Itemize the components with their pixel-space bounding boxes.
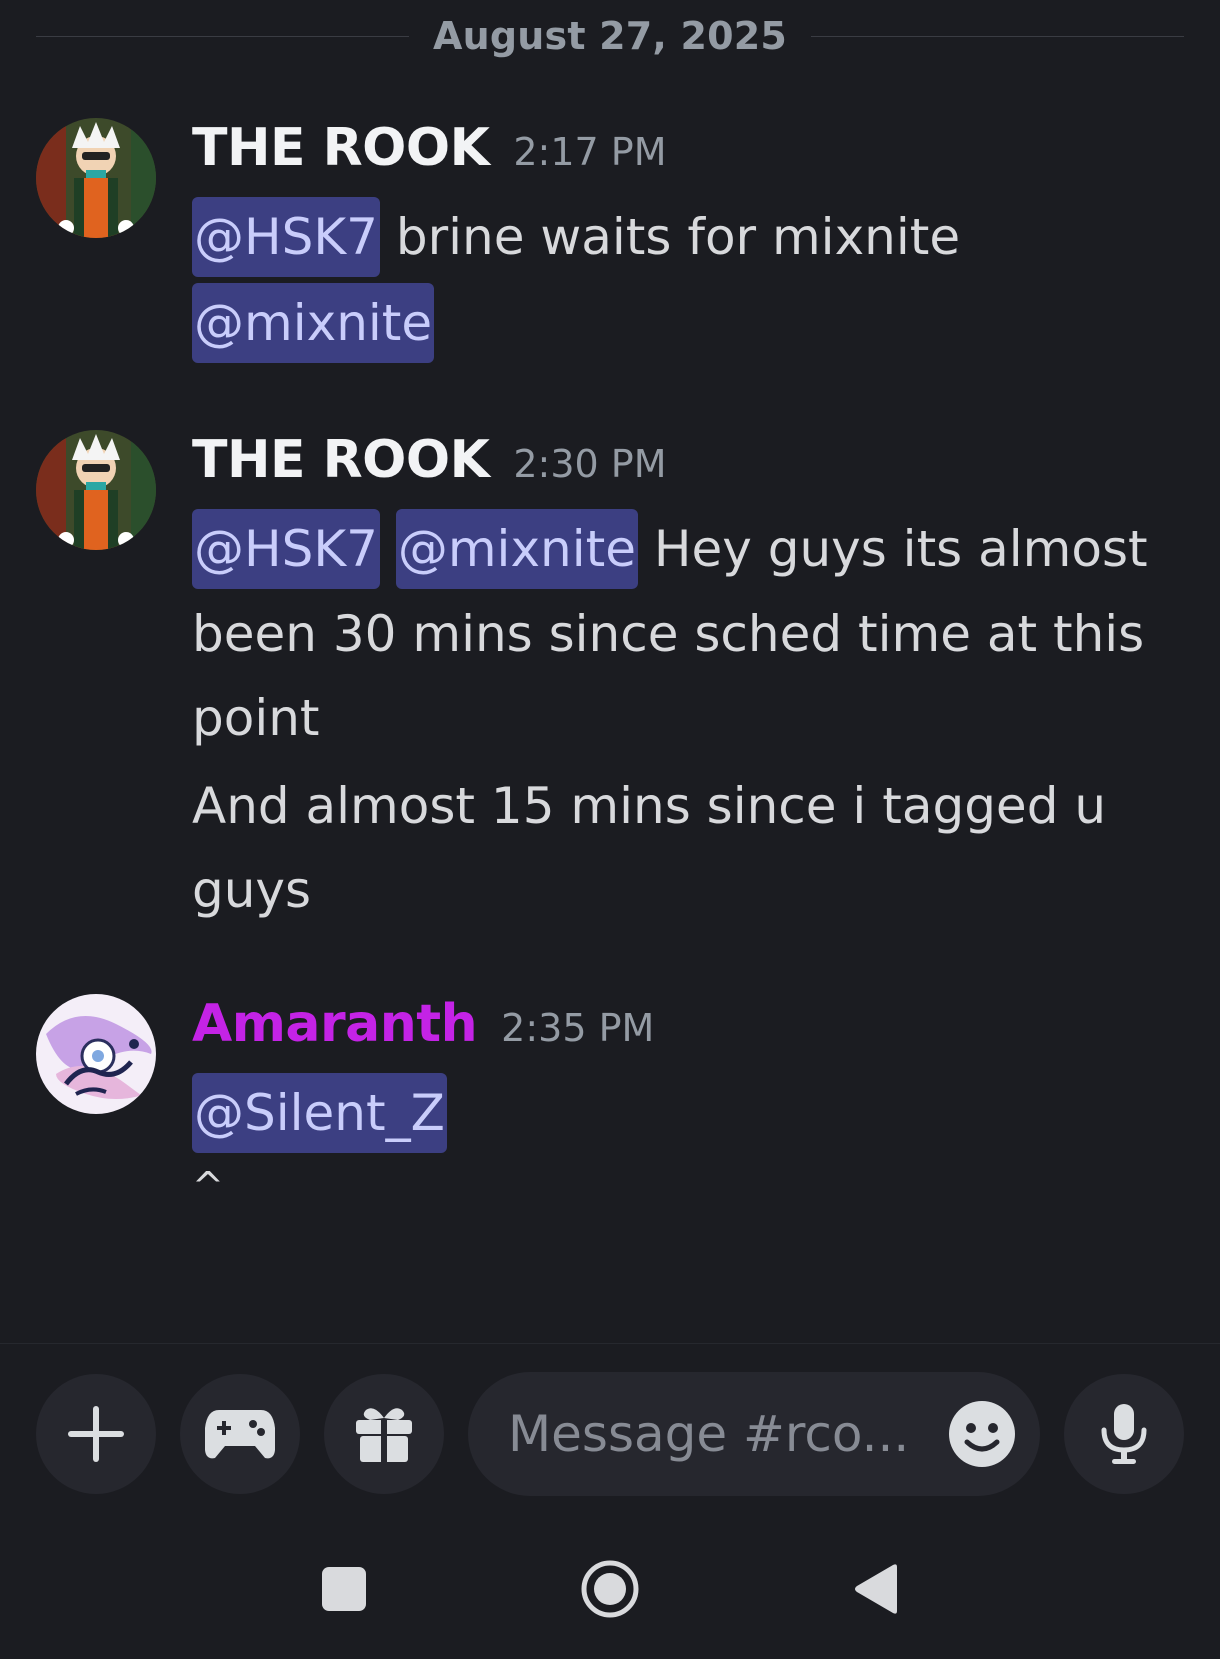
message-line: ^ [192, 1164, 224, 1208]
mention-hsk7[interactable]: @HSK7 [192, 197, 380, 277]
message-content: THE ROOK 2:17 PM @HSK7 brine waits for m… [192, 118, 1196, 366]
avatar-image [36, 118, 156, 238]
message-line: been 30 mins since sched time at this [192, 605, 1145, 663]
emoji-icon [949, 1401, 1015, 1467]
message-input[interactable]: Message #rco... [468, 1372, 1040, 1496]
message-line: @HSK7 @mixnite Hey guys its almost [192, 506, 1196, 592]
avatar[interactable] [36, 430, 156, 550]
avatar[interactable] [36, 118, 156, 238]
gift-icon [356, 1408, 412, 1462]
message-line: @mixnite [192, 280, 1196, 366]
avatar-image [36, 430, 156, 550]
avatar[interactable] [36, 994, 156, 1114]
username[interactable]: THE ROOK [192, 118, 490, 178]
message-text: brine waits for mixnite [379, 208, 961, 266]
system-navigation-bar [0, 1520, 1220, 1659]
composer-bar: Message #rco... [0, 1343, 1220, 1499]
message-content: Amaranth 2:35 PM @Silent_Z ^ [192, 994, 1196, 1216]
triangle-back-icon[interactable] [853, 1563, 899, 1615]
plus-icon [68, 1406, 124, 1462]
emoji-button[interactable] [948, 1400, 1016, 1468]
message-line: And almost 15 mins since i tagged u [192, 777, 1107, 835]
timestamp: 2:17 PM [513, 130, 667, 174]
message-line: point [192, 689, 320, 747]
message-input-placeholder: Message #rco... [508, 1405, 910, 1463]
mention-mixnite[interactable]: @mixnite [395, 509, 638, 589]
message-group[interactable]: THE ROOK 2:30 PM @HSK7 @mixnite Hey guys… [36, 430, 1196, 930]
message-text: Hey guys its almost [637, 520, 1148, 578]
timestamp: 2:30 PM [513, 442, 667, 486]
square-icon[interactable] [321, 1566, 367, 1612]
message-header: THE ROOK 2:30 PM [192, 430, 1196, 510]
divider-line-left [36, 35, 409, 37]
message-line: @Silent_Z [192, 1070, 1196, 1156]
chat-screen: August 27, 2025 THE ROOK 2:17 PM @HSK7 b… [0, 0, 1220, 1659]
date-divider-label: August 27, 2025 [432, 14, 788, 58]
mention-silent-z[interactable]: @Silent_Z [192, 1073, 447, 1153]
message-group[interactable]: Amaranth 2:35 PM @Silent_Z ^ [36, 994, 1196, 1224]
message-line: guys [192, 861, 312, 919]
mention-hsk7[interactable]: @HSK7 [192, 509, 380, 589]
timestamp: 2:35 PM [501, 1006, 655, 1050]
username[interactable]: THE ROOK [192, 430, 490, 490]
voice-message-button[interactable] [1064, 1374, 1184, 1494]
date-divider: August 27, 2025 [36, 8, 1185, 64]
message-group[interactable]: THE ROOK 2:17 PM @HSK7 brine waits for m… [36, 118, 1196, 378]
username[interactable]: Amaranth [192, 994, 478, 1054]
gamepad-icon [205, 1410, 275, 1459]
message-content: THE ROOK 2:30 PM @HSK7 @mixnite Hey guys… [192, 430, 1196, 932]
message-header: Amaranth 2:35 PM [192, 994, 1196, 1074]
circle-icon[interactable] [580, 1559, 640, 1619]
mention-mixnite[interactable]: @mixnite [192, 283, 435, 363]
microphone-icon [1101, 1404, 1147, 1464]
divider-line-right [811, 35, 1185, 37]
message-line: @HSK7 brine waits for mixnite [192, 194, 1196, 280]
add-attachment-button[interactable] [36, 1374, 156, 1494]
message-header: THE ROOK 2:17 PM [192, 118, 1196, 198]
avatar-image [36, 994, 156, 1114]
activities-button[interactable] [180, 1374, 300, 1494]
gift-button[interactable] [324, 1374, 444, 1494]
